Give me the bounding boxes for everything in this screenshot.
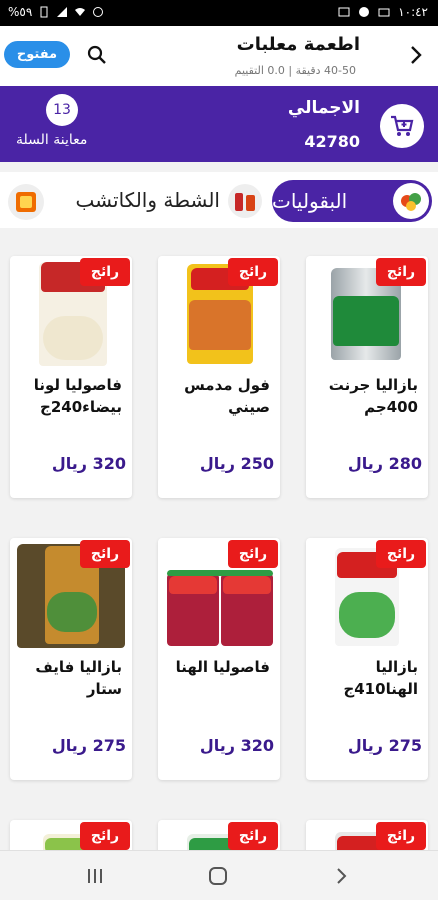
product-name: بازاليا فايف ستار (35, 658, 122, 698)
product-name: بازاليا الهنا410ج (343, 658, 418, 698)
product-card[interactable]: رائج فاصوليا الهنا 320 ريال (158, 538, 280, 780)
product-name: فاصوليا لونا بيضاء240ج (33, 376, 122, 416)
battery-level: %٥٩ (8, 5, 33, 19)
trending-badge: رائج (80, 258, 130, 286)
category-tab-label: البقوليات (272, 189, 348, 213)
category-tab-more[interactable] (8, 184, 44, 220)
recent-apps-icon[interactable] (84, 865, 106, 887)
alarm-icon (93, 7, 104, 17)
cart-summary-bar: الاجمالي 42780 13 معاينة السلة (0, 86, 438, 162)
trending-badge: رائج (228, 540, 278, 568)
cart-total-value: 42780 (304, 132, 360, 151)
back-arrow-icon[interactable] (404, 40, 428, 70)
sauces-category-icon (228, 184, 262, 218)
product-price: 275 ريال (51, 736, 126, 755)
category-tabs: البقوليات الشطة والكاتشب (0, 172, 438, 228)
category-thumbnail-icon (16, 192, 36, 212)
category-tab-label: الشطة والكاتشب (75, 188, 220, 212)
battery-icon (40, 6, 48, 18)
clock: ١٠:٤٢ (398, 5, 428, 19)
trending-badge: رائج (376, 540, 426, 568)
product-price: 250 ريال (199, 454, 274, 473)
product-card[interactable]: رائج بازاليا جرنت 400جم 280 ريال (306, 256, 428, 498)
product-card[interactable]: رائج بازاليا الهنا410ج 275 ريال (306, 538, 428, 780)
category-tab-legumes[interactable]: البقوليات (272, 180, 432, 222)
trending-badge: رائج (228, 822, 278, 850)
category-tab-sauces[interactable]: الشطة والكاتشب (56, 180, 266, 222)
trending-badge: رائج (376, 822, 426, 850)
product-price: 320 ريال (51, 454, 126, 473)
messenger-icon (359, 7, 370, 17)
trending-badge: رائج (228, 258, 278, 286)
cart-total-label: الاجمالي (287, 98, 360, 118)
store-title: اطعمة معلبات (236, 34, 360, 55)
store-subtitle: 40-50 دقيقة | 0.0 التقييم (234, 64, 356, 77)
signal-icon (57, 7, 68, 17)
product-card[interactable]: رائج بازاليا فايف ستار 275 ريال (10, 538, 132, 780)
system-nav-bar (0, 850, 438, 900)
open-status-badge: مفتوح (4, 41, 70, 68)
home-icon[interactable] (207, 865, 229, 887)
cart-item-count: 13 (46, 94, 78, 126)
product-price: 320 ريال (199, 736, 274, 755)
trending-badge: رائج (376, 258, 426, 286)
image-notification-icon (338, 7, 350, 17)
store-header: اطعمة معلبات 40-50 دقيقة | 0.0 التقييم م… (0, 26, 438, 86)
product-card[interactable]: رائج فاصوليا لونا بيضاء240ج 320 ريال (10, 256, 132, 498)
mail-icon (378, 8, 390, 17)
trending-badge: رائج (80, 822, 130, 850)
cart-icon (391, 115, 414, 136)
search-icon[interactable] (86, 44, 108, 66)
product-name: فول مدمس صيني (184, 376, 270, 416)
product-price: 280 ريال (347, 454, 422, 473)
product-name: بازاليا جرنت 400جم (328, 376, 418, 416)
cart-button[interactable] (380, 104, 424, 148)
trending-badge: رائج (80, 540, 130, 568)
back-nav-icon[interactable] (330, 865, 352, 887)
product-card[interactable]: رائج فول مدمس صيني 250 ريال (158, 256, 280, 498)
wifi-icon (75, 8, 86, 16)
cart-preview-link[interactable]: معاينة السلة (16, 132, 87, 148)
legumes-category-icon (393, 183, 429, 219)
product-price: 275 ريال (347, 736, 422, 755)
product-name: فاصوليا الهنا (175, 658, 270, 676)
status-bar: %٥٩ ١٠:٤٢ (0, 0, 438, 26)
